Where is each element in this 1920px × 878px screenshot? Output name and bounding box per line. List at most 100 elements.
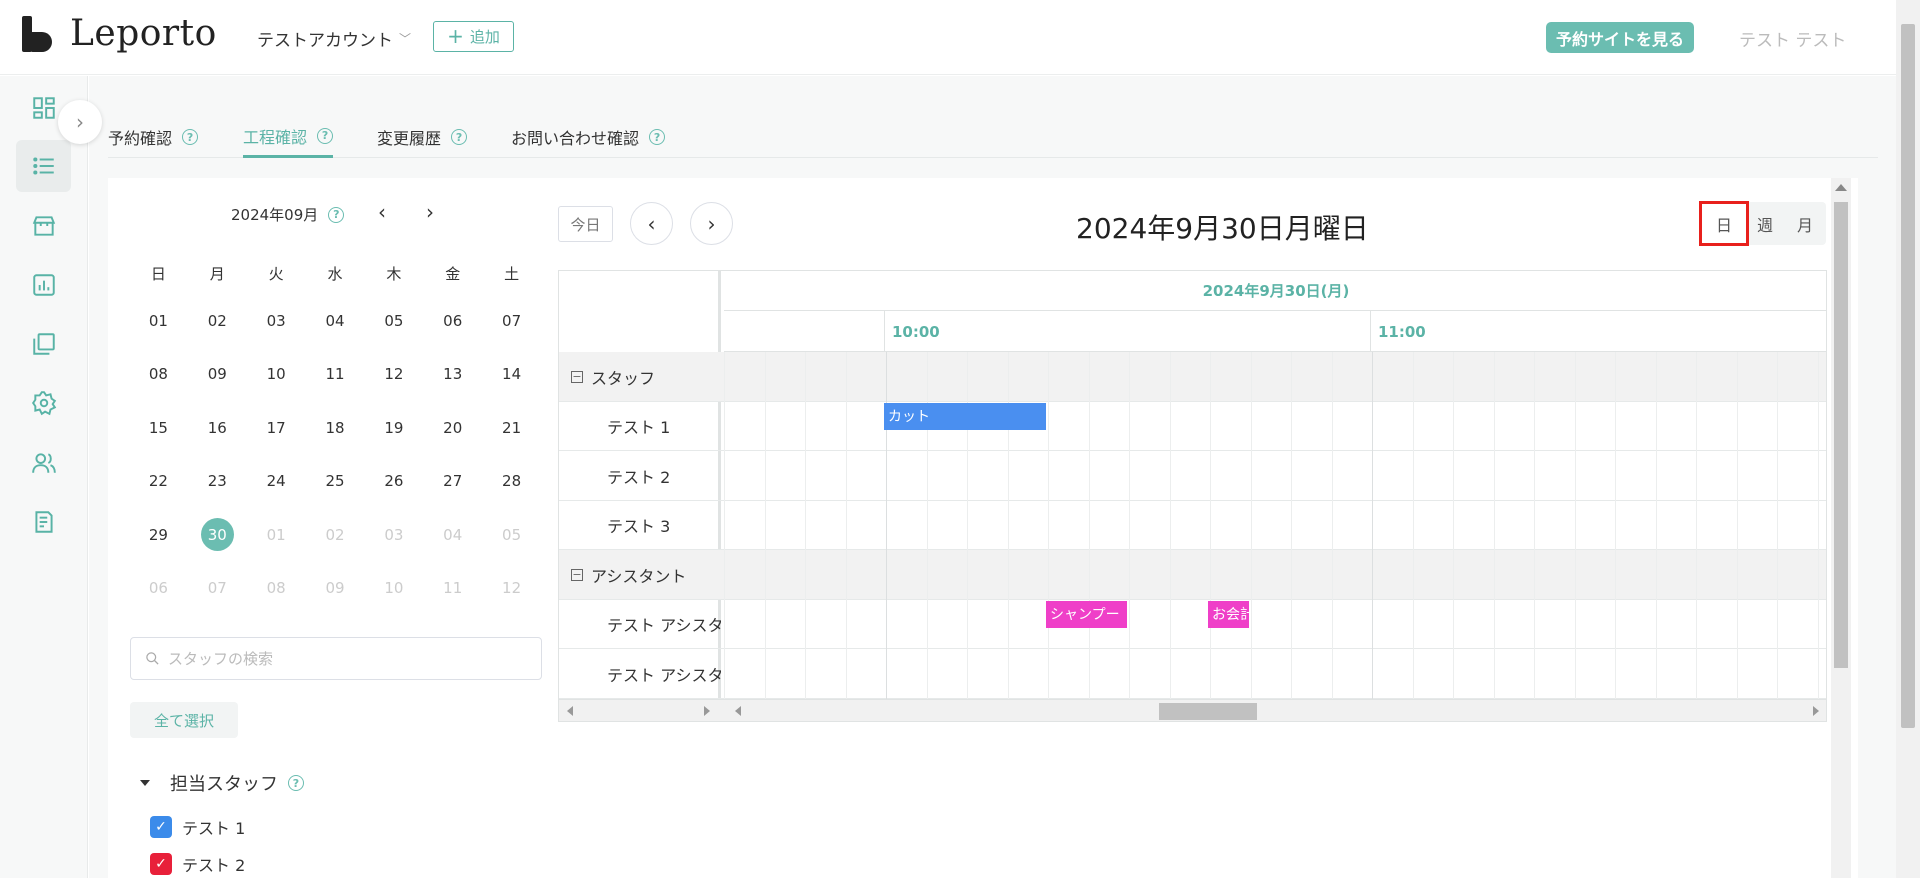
calendar-day[interactable]: 11	[423, 579, 482, 597]
calendar-day[interactable]: 23	[188, 472, 247, 490]
next-day-button[interactable]: ›	[690, 202, 733, 245]
panel-scrollbar[interactable]	[1831, 178, 1851, 878]
calendar-day[interactable]: 30	[188, 518, 247, 552]
staff-checkbox-row[interactable]: ✓ テスト 2	[150, 852, 245, 876]
resource-group-label[interactable]: − アシスタント	[559, 550, 721, 600]
scroll-right-arrow-icon[interactable]	[704, 706, 710, 716]
window-scrollbar[interactable]	[1896, 0, 1920, 878]
help-icon[interactable]: ?	[288, 775, 304, 791]
calendar-day[interactable]: 13	[423, 365, 482, 383]
resource-label: テスト アシスタント	[607, 665, 721, 685]
calendar-day[interactable]: 09	[306, 579, 365, 597]
calendar-day[interactable]: 08	[247, 579, 306, 597]
calendar-day[interactable]: 04	[423, 526, 482, 544]
view-booking-site-button[interactable]: 予約サイトを見る	[1546, 22, 1694, 53]
calendar-day[interactable]: 03	[247, 312, 306, 330]
sidebar-item-reports[interactable]	[16, 496, 71, 548]
calendar-day[interactable]: 11	[306, 365, 365, 383]
view-week-button[interactable]: 週	[1745, 202, 1785, 245]
calendar-day[interactable]: 08	[129, 365, 188, 383]
calendar-day[interactable]: 19	[364, 419, 423, 437]
account-dropdown[interactable]: テストアカウント ﹀	[257, 26, 411, 51]
schedule-event[interactable]: シャンプー	[1046, 600, 1127, 628]
calendar-day[interactable]: 03	[364, 526, 423, 544]
resource-group-label[interactable]: − スタッフ	[559, 352, 721, 402]
calendar-day[interactable]: 24	[247, 472, 306, 490]
calendar-day[interactable]: 05	[364, 312, 423, 330]
calendar-day[interactable]: 20	[423, 419, 482, 437]
today-button[interactable]: 今日	[558, 206, 613, 242]
staff-section-header[interactable]: 担当スタッフ ?	[140, 770, 304, 796]
collapse-icon[interactable]: −	[571, 370, 583, 383]
calendar-day[interactable]: 07	[188, 579, 247, 597]
calendar-day[interactable]: 06	[423, 312, 482, 330]
add-button[interactable]: + 追加	[433, 21, 514, 52]
calendar-day[interactable]: 01	[129, 312, 188, 330]
help-icon[interactable]: ?	[451, 129, 468, 145]
calendar-day[interactable]: 25	[306, 472, 365, 490]
help-icon[interactable]: ?	[317, 127, 334, 144]
mini-calendar-prev-button[interactable]: ‹	[378, 200, 386, 224]
scroll-left-arrow-icon[interactable]	[567, 706, 573, 716]
calendar-day[interactable]: 14	[482, 365, 541, 383]
calendar-day[interactable]: 22	[129, 472, 188, 490]
staff-checkbox-row[interactable]: ✓ テスト 1	[150, 815, 245, 839]
staff-search[interactable]	[130, 637, 542, 680]
prev-day-button[interactable]: ‹	[630, 202, 673, 245]
sidebar-item-store[interactable]	[16, 200, 71, 252]
staff-search-input[interactable]	[168, 649, 528, 668]
calendar-day[interactable]: 09	[188, 365, 247, 383]
calendar-day[interactable]: 16	[188, 419, 247, 437]
calendar-day[interactable]: 10	[247, 365, 306, 383]
schedule-event[interactable]: カット	[884, 402, 1046, 430]
scroll-left-arrow-icon[interactable]	[735, 706, 741, 716]
calendar-day[interactable]: 10	[364, 579, 423, 597]
mini-calendar-next-button[interactable]: ›	[426, 200, 434, 224]
scroll-right-arrow-icon[interactable]	[1813, 706, 1819, 716]
help-icon[interactable]: ?	[649, 129, 666, 145]
calendar-day[interactable]: 17	[247, 419, 306, 437]
tab-inquiry[interactable]: お問い合わせ確認?	[511, 116, 666, 158]
checkbox-checked-icon[interactable]: ✓	[150, 853, 172, 875]
calendar-day[interactable]: 15	[129, 419, 188, 437]
sidebar-expand-button[interactable]: ›	[58, 100, 102, 144]
collapse-icon[interactable]: −	[571, 568, 583, 581]
user-menu[interactable]: テスト テスト	[1739, 26, 1846, 51]
calendar-day[interactable]: 26	[364, 472, 423, 490]
calendar-day[interactable]: 01	[247, 526, 306, 544]
weekday-label: 木	[386, 264, 402, 283]
tab-history[interactable]: 変更履歴?	[377, 116, 468, 158]
resource-row: テスト 1	[559, 402, 1826, 451]
tab-process[interactable]: 工程確認?	[243, 116, 334, 158]
leporto-logo[interactable]: Leporto	[20, 16, 217, 52]
calendar-day[interactable]: 02	[306, 526, 365, 544]
tab-reservation[interactable]: 予約確認?	[108, 116, 199, 158]
sidebar-item-settings[interactable]	[16, 377, 71, 429]
help-icon[interactable]: ?	[328, 206, 345, 223]
calendar-day[interactable]: 06	[129, 579, 188, 597]
view-month-button[interactable]: 月	[1785, 202, 1825, 245]
calendar-day[interactable]: 27	[423, 472, 482, 490]
timeline-horizontal-scrollbar[interactable]	[559, 699, 1826, 721]
select-all-button[interactable]: 全て選択	[130, 702, 238, 738]
calendar-day[interactable]: 29	[129, 526, 188, 544]
time-slot-divider	[765, 352, 766, 699]
sidebar-item-customers[interactable]	[16, 437, 71, 489]
calendar-day[interactable]: 07	[482, 312, 541, 330]
checkbox-checked-icon[interactable]: ✓	[150, 816, 172, 838]
view-day-button[interactable]: 日	[1699, 201, 1749, 246]
calendar-day[interactable]: 18	[306, 419, 365, 437]
help-icon[interactable]: ?	[182, 129, 199, 145]
sidebar-item-analytics[interactable]	[16, 259, 71, 311]
schedule-event[interactable]: お会計	[1208, 600, 1249, 628]
calendar-day[interactable]: 12	[364, 365, 423, 383]
scrollbar-thumb[interactable]	[1159, 703, 1257, 720]
calendar-day[interactable]: 21	[482, 419, 541, 437]
calendar-day[interactable]: 28	[482, 472, 541, 490]
calendar-day[interactable]: 12	[482, 579, 541, 597]
sidebar-item-list[interactable]	[16, 140, 71, 192]
calendar-day[interactable]: 02	[188, 312, 247, 330]
sidebar-item-pages[interactable]	[16, 318, 71, 370]
calendar-day[interactable]: 05	[482, 526, 541, 544]
calendar-day[interactable]: 04	[306, 312, 365, 330]
